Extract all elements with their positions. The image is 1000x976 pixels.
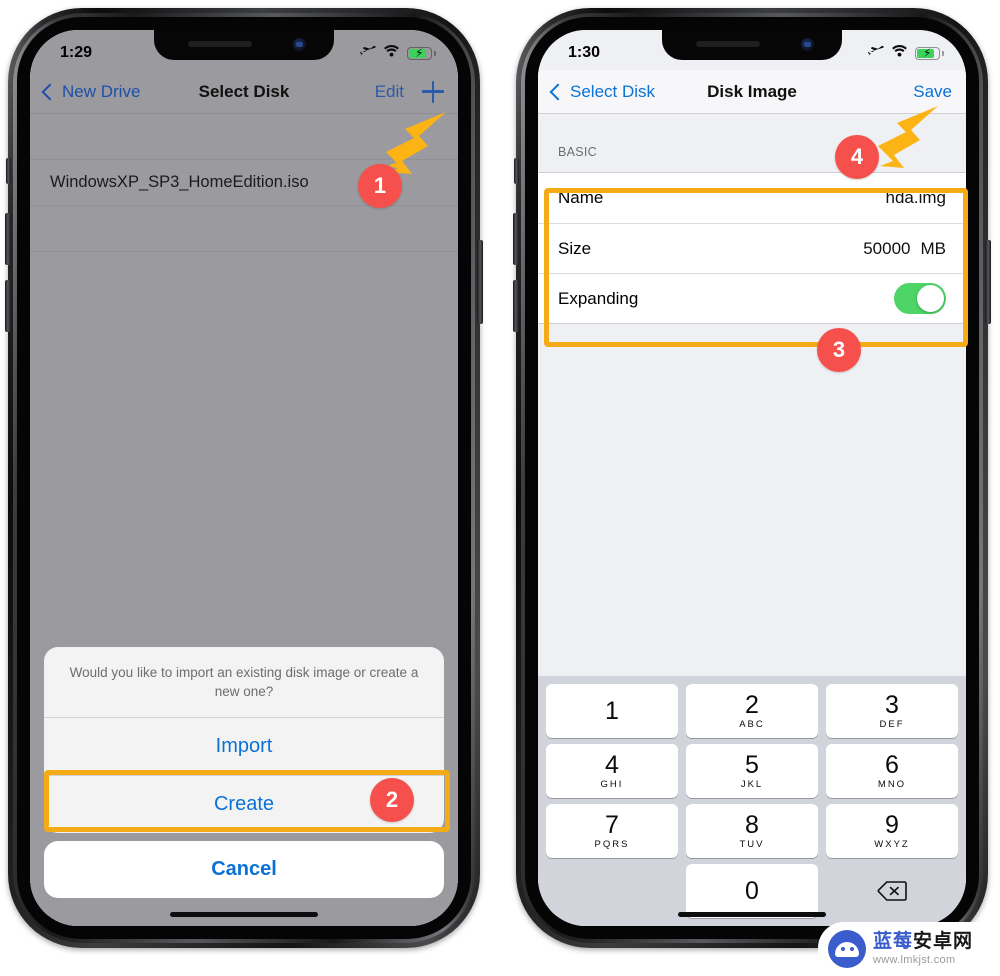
keypad-row: 4 GHI 5 JKL 6 MNO — [542, 744, 962, 798]
highlight-form-group — [544, 188, 968, 347]
save-button[interactable]: Save — [913, 82, 952, 102]
earpiece-speaker — [188, 41, 252, 47]
step-badge-1: 1 — [358, 164, 402, 208]
list-row-spacer — [30, 206, 458, 252]
step-badge-2: 2 — [370, 778, 414, 822]
home-indicator[interactable] — [170, 912, 318, 917]
wifi-icon — [383, 44, 400, 62]
key-8[interactable]: 8 TUV — [686, 804, 818, 858]
key-2[interactable]: 2 ABC — [686, 684, 818, 738]
watermark-name-dark: 安卓网 — [913, 931, 974, 952]
key-letters: ABC — [739, 719, 765, 730]
home-indicator[interactable] — [678, 912, 826, 917]
key-0[interactable]: 0 — [686, 864, 818, 918]
chevron-left-icon — [41, 83, 59, 100]
status-time: 1:30 — [568, 44, 601, 61]
key-number: 4 — [605, 751, 619, 779]
key-number: 5 — [745, 751, 759, 779]
watermark: 蓝莓安卓网 www.lmkjst.com — [818, 922, 1000, 976]
key-letters: MNO — [877, 779, 907, 790]
back-label: Select Disk — [570, 81, 656, 101]
front-camera-icon — [801, 38, 814, 51]
key-4[interactable]: 4 GHI — [546, 744, 678, 798]
key-letters: DEF — [879, 719, 905, 730]
key-letters: WXYZ — [874, 839, 910, 850]
key-3[interactable]: 3 DEF — [826, 684, 958, 738]
import-button[interactable]: Import — [44, 718, 444, 775]
watermark-text: 蓝莓安卓网 www.lmkjst.com — [873, 932, 973, 966]
notch — [662, 30, 842, 60]
silent-switch[interactable] — [514, 158, 519, 184]
action-sheet-message: Would you like to import an existing dis… — [44, 647, 444, 718]
power-button[interactable] — [985, 240, 991, 324]
watermark-url: www.lmkjst.com — [873, 954, 956, 966]
key-number: 6 — [885, 751, 899, 779]
key-number: 7 — [605, 811, 619, 839]
section-header-basic: BASIC — [558, 145, 598, 159]
backspace-key[interactable] — [826, 864, 958, 918]
step-badge-4: 4 — [835, 135, 879, 179]
watermark-name-blue: 蓝莓 — [873, 931, 914, 952]
wifi-icon — [891, 44, 908, 62]
volume-down-button[interactable] — [5, 280, 11, 332]
key-5[interactable]: 5 JKL — [686, 744, 818, 798]
key-number: 1 — [605, 696, 619, 725]
chevron-left-icon — [549, 83, 567, 100]
volume-up-button[interactable] — [513, 213, 519, 265]
airplane-mode-icon — [867, 43, 884, 63]
key-6[interactable]: 6 MNO — [826, 744, 958, 798]
keypad-row: 7 PQRS 8 TUV 9 WXYZ — [542, 804, 962, 858]
battery-charging-icon: ⚡ — [915, 46, 944, 60]
watermark-logo-icon — [828, 930, 866, 968]
airplane-mode-icon — [359, 43, 376, 63]
notch — [154, 30, 334, 60]
key-number: 8 — [745, 811, 759, 839]
back-to-new-drive-button[interactable]: New Drive — [41, 81, 141, 102]
volume-down-button[interactable] — [513, 280, 519, 332]
back-to-select-disk-button[interactable]: Select Disk — [549, 81, 656, 102]
power-button[interactable] — [477, 240, 483, 324]
numeric-keypad: 1 2 ABC 3 DEF 4 GHI 5 JKL 6 MNO 7 PQRS 8… — [538, 676, 966, 926]
key-1[interactable]: 1 — [546, 684, 678, 738]
key-letters: GHI — [600, 779, 624, 790]
keypad-row: 1 2 ABC 3 DEF — [542, 684, 962, 738]
key-letters: TUV — [739, 839, 765, 850]
keypad-row: 0 — [542, 864, 962, 918]
cancel-button[interactable]: Cancel — [44, 841, 444, 898]
silent-switch[interactable] — [6, 158, 11, 184]
back-label: New Drive — [62, 81, 141, 101]
key-number: 2 — [745, 691, 759, 719]
step-badge-3: 3 — [817, 328, 861, 372]
key-number: 0 — [745, 877, 759, 905]
key-number: 3 — [885, 691, 899, 719]
key-9[interactable]: 9 WXYZ — [826, 804, 958, 858]
key-7[interactable]: 7 PQRS — [546, 804, 678, 858]
edit-button[interactable]: Edit — [375, 82, 404, 102]
volume-up-button[interactable] — [5, 213, 11, 265]
earpiece-speaker — [696, 41, 760, 47]
key-blank — [546, 864, 678, 918]
add-icon[interactable] — [422, 80, 444, 103]
front-camera-icon — [293, 38, 306, 51]
status-time: 1:29 — [60, 44, 93, 61]
key-number: 9 — [885, 811, 899, 839]
key-letters: JKL — [740, 779, 764, 790]
key-letters: PQRS — [594, 839, 630, 850]
list-item-label: WindowsXP_SP3_HomeEdition.iso — [50, 173, 309, 191]
backspace-icon — [877, 880, 907, 902]
battery-charging-icon: ⚡ — [407, 46, 436, 60]
